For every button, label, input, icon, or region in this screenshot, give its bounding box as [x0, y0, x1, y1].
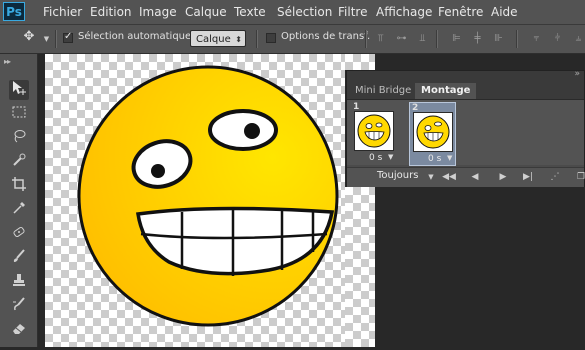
first-frame-icon[interactable]: ◀◀ — [440, 170, 458, 184]
divider — [365, 30, 367, 48]
marquee-icon[interactable] — [9, 104, 29, 124]
chevron-down-icon[interactable]: ▼ — [388, 153, 393, 161]
menu-texte[interactable]: Texte — [234, 0, 266, 24]
chevron-down-icon[interactable]: ▼ — [40, 33, 53, 45]
align-top-icon[interactable]: ⫪ — [374, 33, 387, 45]
menu-edition[interactable]: Edition — [90, 0, 132, 24]
updown-arrow-icon: ⬍ — [235, 35, 242, 44]
playback-controls: Toujours ▼ ◀◀ ◀ ▶ ▶| ⋰ ❐ — [347, 167, 585, 187]
auto-select-value: Calque — [196, 34, 231, 45]
move-tool-preset-icon[interactable]: ✥ — [18, 30, 40, 43]
tools-panel: ▸▸ — [0, 54, 38, 347]
lasso-icon[interactable] — [9, 128, 29, 148]
panel-tabs: Mini Bridge Montage — [347, 83, 584, 100]
loop-options-select[interactable]: Toujours — [377, 170, 418, 181]
tab-mini-bridge[interactable]: Mini Bridge — [349, 83, 417, 99]
frame-1[interactable]: 1 0 s ▼ — [351, 102, 398, 166]
frame-strip: 1 0 s ▼ 2 0 s ▼ — [347, 100, 584, 166]
collapse-arrows-icon[interactable]: » — [574, 69, 580, 79]
frame-delay[interactable]: 0 s — [428, 154, 441, 164]
history-brush-icon[interactable] — [9, 296, 29, 316]
distribute-top-icon[interactable]: ⫧ — [530, 33, 543, 45]
duplicate-frame-icon[interactable]: ❐ — [572, 170, 585, 184]
play-icon[interactable]: ▶ — [494, 170, 512, 184]
align-bottom-icon[interactable]: ⫫ — [416, 33, 429, 45]
next-frame-icon[interactable]: ▶| — [519, 170, 537, 184]
previous-frame-icon[interactable]: ◀ — [466, 170, 484, 184]
align-right-icon[interactable]: ⊪ — [492, 33, 505, 45]
transform-controls-checkbox[interactable] — [266, 33, 276, 43]
align-left-icon[interactable]: ⊫ — [450, 33, 463, 45]
align-vcenter-icon[interactable]: ⊶ — [395, 33, 408, 45]
pasteboard — [375, 187, 585, 347]
frame-thumbnail — [354, 111, 394, 151]
healing-icon[interactable] — [9, 224, 29, 244]
eraser-icon[interactable] — [9, 320, 29, 340]
frame-thumbnail — [413, 112, 453, 152]
divider — [55, 30, 57, 48]
align-hcenter-icon[interactable]: ╪ — [471, 33, 484, 45]
menu-calque[interactable]: Calque — [185, 0, 227, 24]
divider — [436, 30, 438, 48]
crop-icon[interactable] — [9, 176, 29, 196]
auto-select-checkbox[interactable] — [63, 31, 73, 43]
smiley-right-eye — [208, 109, 278, 151]
distribute-bottom-icon[interactable]: ⫨ — [572, 33, 585, 45]
transform-controls-label: Options de transf. — [281, 31, 371, 42]
tween-icon[interactable]: ⋰ — [546, 170, 564, 184]
photoshop-logo: Ps — [3, 2, 25, 21]
move-icon[interactable] — [9, 80, 29, 100]
brush-icon[interactable] — [9, 248, 29, 268]
menu-aide[interactable]: Aide — [491, 0, 518, 24]
collapse-arrows-icon[interactable]: ▸▸ — [4, 57, 11, 66]
options-bar: ✥ ▼ Sélection automatique : Calque ⬍ Opt… — [0, 25, 585, 54]
canvas-edge — [345, 187, 375, 347]
menu-affichage[interactable]: Affichage — [376, 0, 432, 24]
divider — [256, 30, 258, 48]
menu-image[interactable]: Image — [139, 0, 177, 24]
divider — [516, 30, 518, 48]
smiley-face — [77, 65, 339, 327]
distribute-vcenter-icon[interactable]: ⫩ — [551, 33, 564, 45]
panel-header[interactable]: » — [347, 69, 584, 83]
montage-panel: » Mini Bridge Montage 1 0 s ▼ 2 0 s ▼ To… — [346, 69, 585, 187]
auto-select-label: Sélection automatique : — [78, 31, 198, 42]
menu-selection[interactable]: Sélection — [277, 0, 332, 24]
canvas-edge — [345, 54, 375, 70]
frame-delay[interactable]: 0 s — [369, 153, 382, 163]
clone-stamp-icon[interactable] — [9, 272, 29, 292]
menu-bar: Ps Fichier Edition Image Calque Texte Sé… — [0, 0, 585, 25]
tab-montage[interactable]: Montage — [415, 83, 477, 99]
frame-2[interactable]: 2 0 s ▼ — [409, 102, 456, 166]
chevron-down-icon[interactable]: ▼ — [447, 154, 452, 162]
chevron-down-icon[interactable]: ▼ — [422, 170, 440, 184]
eyedropper-icon[interactable] — [9, 200, 29, 220]
auto-select-dropdown[interactable]: Calque ⬍ — [190, 30, 246, 47]
quick-select-icon[interactable] — [9, 152, 29, 172]
menu-fichier[interactable]: Fichier — [43, 0, 82, 24]
document-canvas[interactable] — [45, 54, 345, 347]
smiley-artwork — [77, 65, 339, 327]
menu-fenetre[interactable]: Fenêtre — [438, 0, 483, 24]
menu-filtre[interactable]: Filtre — [338, 0, 367, 24]
